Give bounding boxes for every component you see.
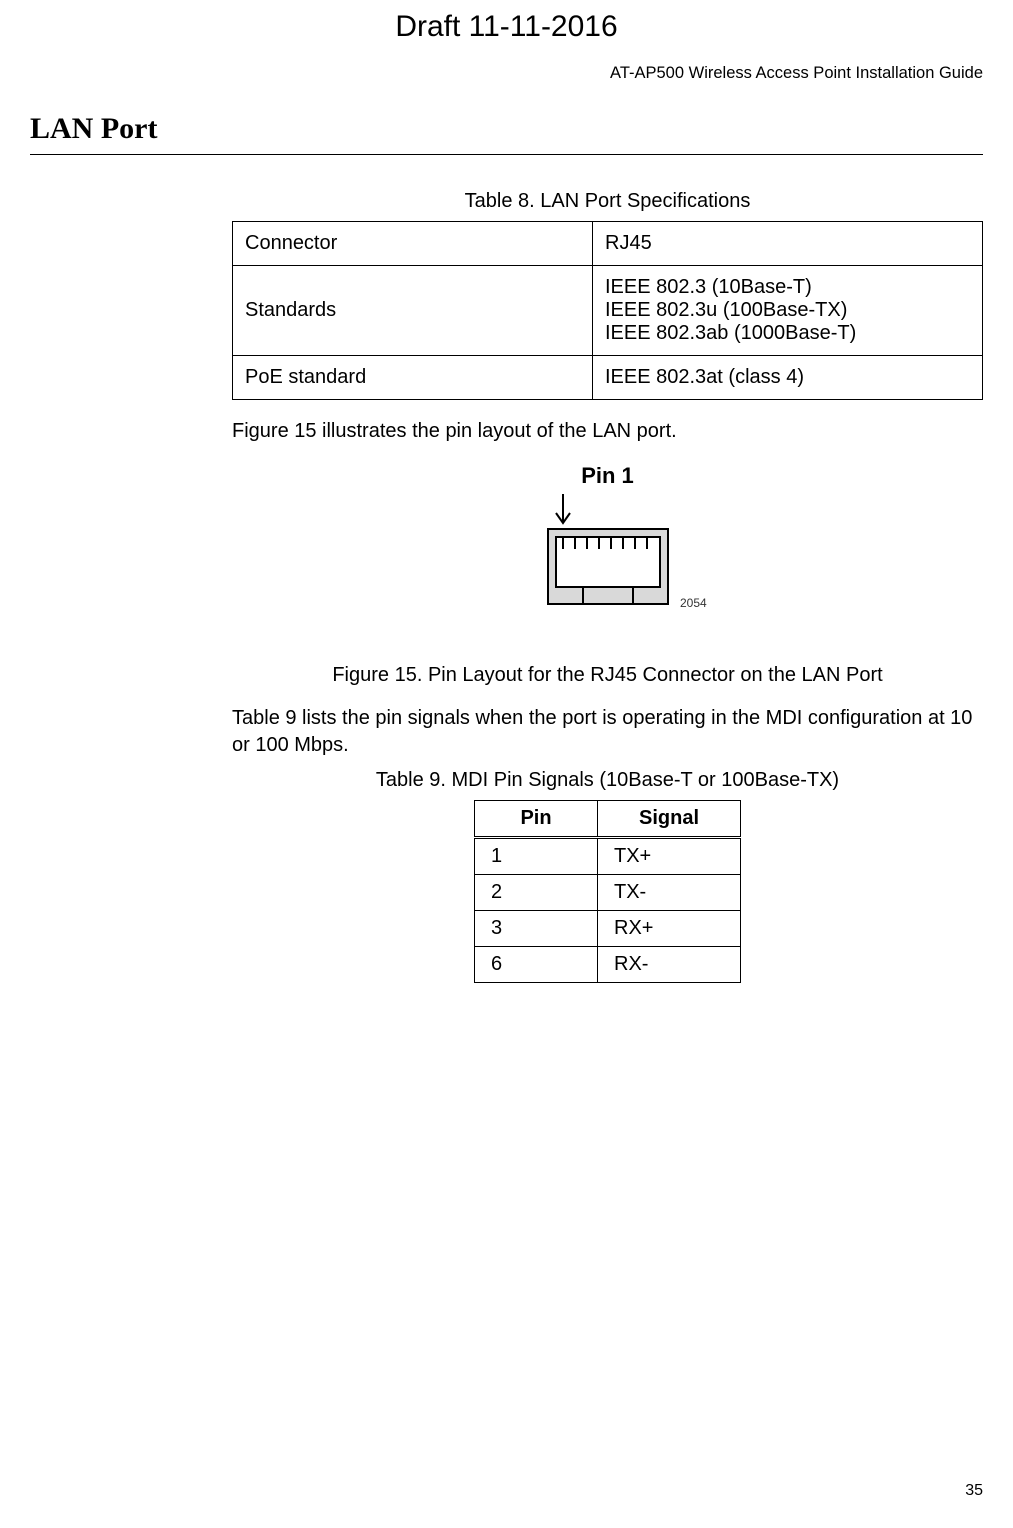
cell-pin: 1 <box>475 838 598 875</box>
table-row: 2 TX- <box>475 875 741 911</box>
rj45-connector-icon: 2054 <box>232 489 983 644</box>
table-row: 3 RX+ <box>475 911 741 947</box>
table8: Connector RJ45 Standards IEEE 802.3 (10B… <box>232 221 983 400</box>
table-header-row: Pin Signal <box>475 801 741 838</box>
cell-pin: 2 <box>475 875 598 911</box>
cell-label: Standards <box>233 266 593 356</box>
table-row: PoE standard IEEE 802.3at (class 4) <box>233 356 983 400</box>
header-signal: Signal <box>598 801 741 838</box>
cell-value: IEEE 802.3 (10Base-T) IEEE 802.3u (100Ba… <box>593 266 983 356</box>
figure-15: Pin 1 <box>232 463 983 644</box>
paragraph-table9: Table 9 lists the pin signals when the p… <box>232 705 983 759</box>
table8-caption: Table 8. LAN Port Specifications <box>232 190 983 213</box>
image-id: 2054 <box>680 596 707 610</box>
header-pin: Pin <box>475 801 598 838</box>
table-row: 1 TX+ <box>475 838 741 875</box>
cell-signal: TX+ <box>598 838 741 875</box>
cell-label: Connector <box>233 222 593 266</box>
pin1-label: Pin 1 <box>232 463 983 489</box>
cell-pin: 3 <box>475 911 598 947</box>
content-area: Table 8. LAN Port Specifications Connect… <box>232 190 983 983</box>
page-number: 35 <box>965 1482 983 1500</box>
cell-value: RJ45 <box>593 222 983 266</box>
cell-label: PoE standard <box>233 356 593 400</box>
paragraph-fig15: Figure 15 illustrates the pin layout of … <box>232 418 983 445</box>
draft-stamp: Draft 11-11-2016 <box>395 10 617 44</box>
cell-value: IEEE 802.3at (class 4) <box>593 356 983 400</box>
table9-caption: Table 9. MDI Pin Signals (10Base-T or 10… <box>232 769 983 792</box>
cell-signal: RX+ <box>598 911 741 947</box>
table9: Pin Signal 1 TX+ 2 TX- 3 RX+ 6 RX- <box>474 800 741 983</box>
figure15-caption: Figure 15. Pin Layout for the RJ45 Conne… <box>232 664 983 687</box>
section-title: LAN Port <box>30 112 983 155</box>
table-row: 6 RX- <box>475 947 741 983</box>
cell-signal: TX- <box>598 875 741 911</box>
table-row: Standards IEEE 802.3 (10Base-T) IEEE 802… <box>233 266 983 356</box>
cell-pin: 6 <box>475 947 598 983</box>
doc-header: AT-AP500 Wireless Access Point Installat… <box>610 64 983 83</box>
cell-signal: RX- <box>598 947 741 983</box>
table-row: Connector RJ45 <box>233 222 983 266</box>
